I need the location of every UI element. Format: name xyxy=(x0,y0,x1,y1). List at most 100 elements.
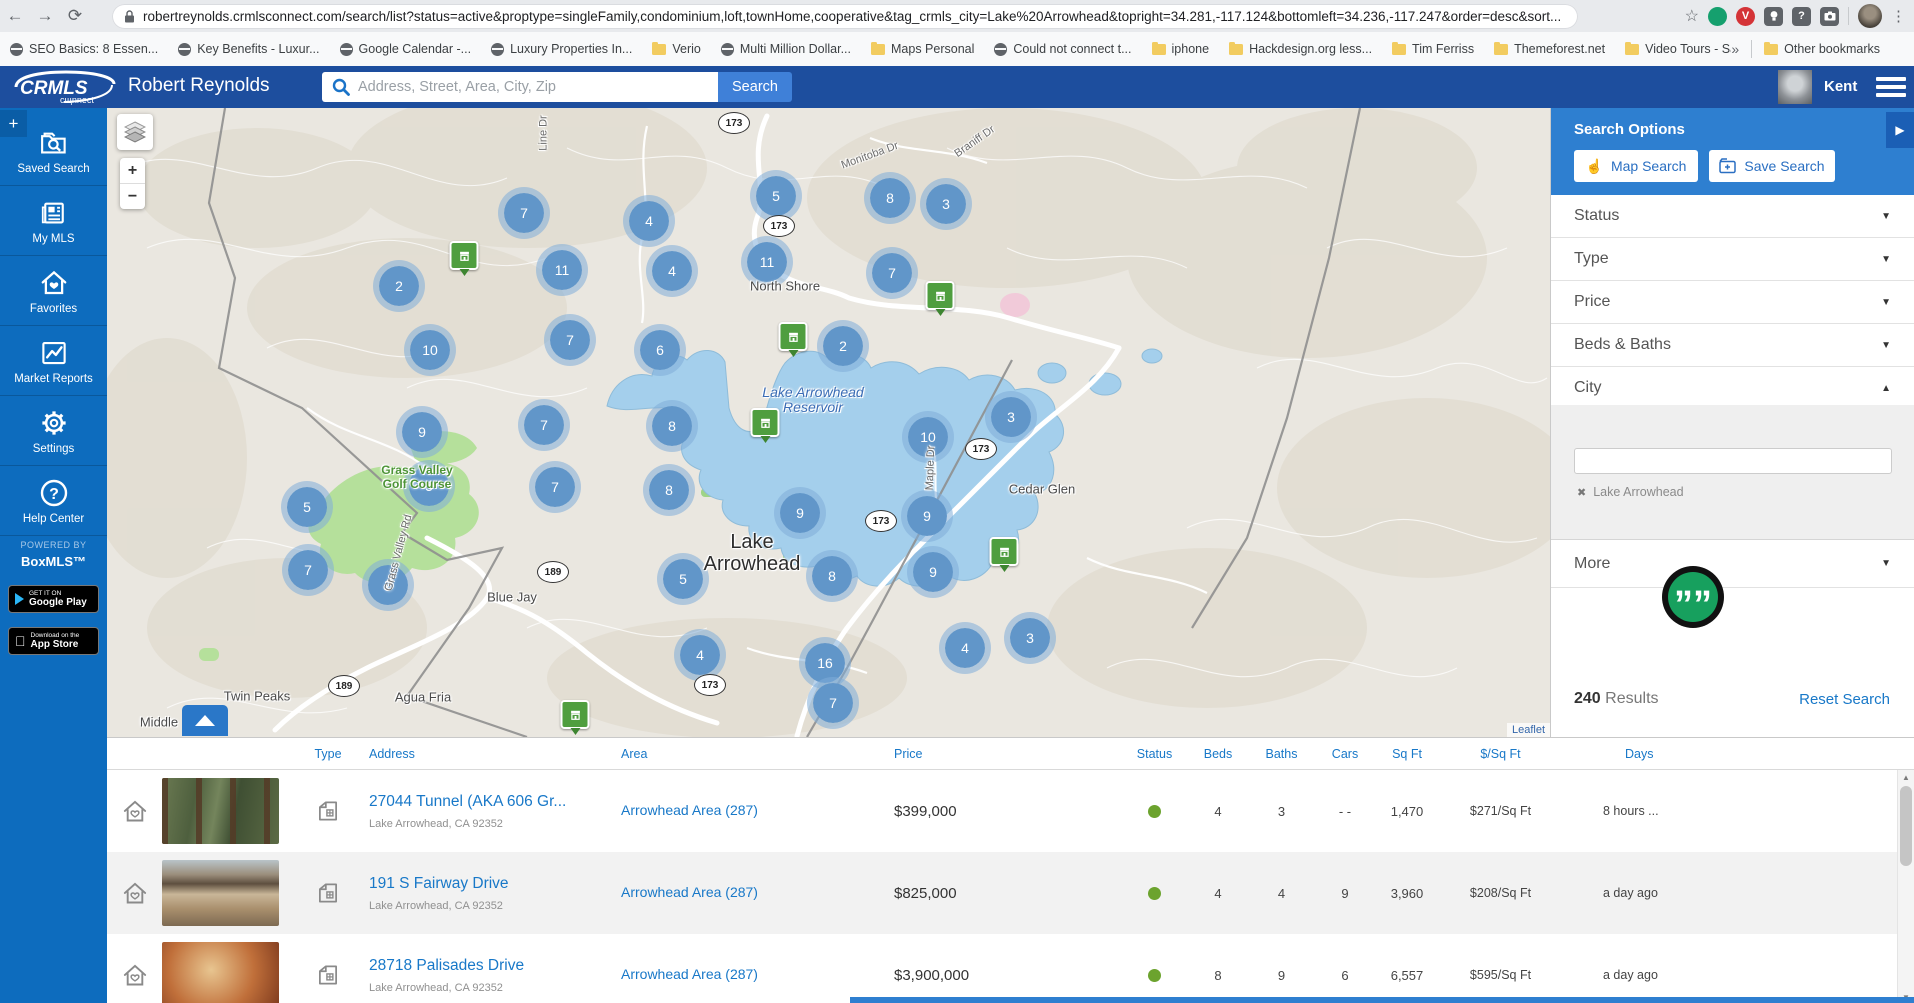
map-cluster-marker[interactable]: 3 xyxy=(1004,612,1056,664)
reset-search-link[interactable]: Reset Search xyxy=(1799,691,1890,708)
table-row[interactable]: 27044 Tunnel (AKA 606 Gr...Lake Arrowhea… xyxy=(107,770,1914,852)
map-cluster-marker[interactable]: 8 xyxy=(643,464,695,516)
horizontal-scrollbar[interactable] xyxy=(850,997,1914,1003)
bookmarks-overflow-icon[interactable]: » xyxy=(1731,41,1739,57)
browser-menu-icon[interactable]: ⋮ xyxy=(1891,7,1906,25)
bookmark-item[interactable]: iphone xyxy=(1152,42,1210,56)
bookmark-item[interactable]: Multi Million Dollar... xyxy=(721,42,851,56)
filter-city[interactable]: City▲ xyxy=(1551,367,1914,410)
map-store-marker[interactable] xyxy=(779,322,808,357)
column-header-baths[interactable]: Baths xyxy=(1249,747,1314,761)
map-cluster-marker[interactable]: 2 xyxy=(817,320,869,372)
map-cluster-marker[interactable]: 4 xyxy=(674,629,726,681)
save-search-button[interactable]: Save Search xyxy=(1709,150,1835,182)
bookmark-item[interactable]: Hackdesign.org less... xyxy=(1229,42,1372,56)
zoom-in-button[interactable]: + xyxy=(120,158,145,184)
google-play-badge[interactable]: GET IT ONGoogle Play xyxy=(8,585,99,613)
city-tag[interactable]: ✖ Lake Arrowhead xyxy=(1577,485,1684,499)
address-link[interactable]: 27044 Tunnel (AKA 606 Gr... xyxy=(369,793,607,811)
leaflet-attribution[interactable]: Leaflet xyxy=(1507,723,1550,737)
bookmark-item[interactable]: Luxury Properties In... xyxy=(491,42,632,56)
filter-price[interactable]: Price▼ xyxy=(1551,281,1914,324)
bookmark-item[interactable]: Video Tours - Samp... xyxy=(1625,42,1731,56)
map-cluster-marker[interactable]: 3 xyxy=(985,391,1037,443)
map-cluster-marker[interactable]: 8 xyxy=(864,172,916,224)
sidebar-item-favorites[interactable]: Favorites xyxy=(0,256,107,326)
column-header-status[interactable]: Status xyxy=(1122,747,1187,761)
bookmark-item[interactable]: Google Calendar -... xyxy=(340,42,472,56)
map-store-marker[interactable] xyxy=(926,281,955,316)
column-header-type[interactable]: Type xyxy=(297,747,359,761)
remove-tag-icon[interactable]: ✖ xyxy=(1577,486,1586,499)
hamburger-menu-icon[interactable] xyxy=(1876,77,1906,101)
back-icon[interactable]: ← xyxy=(0,6,30,26)
map-cluster-marker[interactable]: 11 xyxy=(536,244,588,296)
forward-icon[interactable]: → xyxy=(30,6,60,26)
map-canvas[interactable]: 7441158372112671097810357857259899434167… xyxy=(107,108,1550,737)
search-input[interactable] xyxy=(322,72,718,102)
favorite-house-icon[interactable] xyxy=(107,880,162,907)
map-cluster-marker[interactable]: 9 xyxy=(901,490,953,542)
map-cluster-marker[interactable]: 8 xyxy=(806,550,858,602)
reload-icon[interactable]: ⟳ xyxy=(60,6,90,26)
map-cluster-marker[interactable]: 7 xyxy=(807,677,859,729)
sidebar-item-saved-search[interactable]: Saved Search xyxy=(0,116,107,186)
map-cluster-marker[interactable]: 7 xyxy=(529,461,581,513)
collapse-map-button[interactable] xyxy=(182,705,228,736)
zoom-out-button[interactable]: − xyxy=(120,184,145,209)
browser-profile-avatar[interactable] xyxy=(1858,4,1882,28)
camera-extension-icon[interactable] xyxy=(1820,7,1839,26)
map-cluster-marker[interactable]: 4 xyxy=(623,195,675,247)
scroll-up-icon[interactable]: ▲ xyxy=(1898,770,1914,784)
sidebar-item-my-mls[interactable]: My MLS xyxy=(0,186,107,256)
listing-photo[interactable] xyxy=(162,778,297,844)
bookmark-item[interactable]: Could not connect t... xyxy=(994,42,1131,56)
column-header-sq-ft[interactable]: Sq Ft xyxy=(1376,747,1438,761)
map-cluster-marker[interactable]: 7 xyxy=(282,544,334,596)
bookmark-star-icon[interactable]: ☆ xyxy=(1685,6,1699,26)
avg-extension-icon[interactable]: V xyxy=(1736,7,1755,26)
lightbulb-extension-icon[interactable] xyxy=(1764,7,1783,26)
area-link[interactable]: Arrowhead Area (287) xyxy=(621,802,758,818)
scrollbar-thumb[interactable] xyxy=(1900,786,1912,866)
bookmark-item[interactable]: Tim Ferriss xyxy=(1392,42,1474,56)
panel-collapse-button[interactable]: ▶ xyxy=(1886,112,1914,148)
map-cluster-marker[interactable]: 7 xyxy=(866,247,918,299)
filter-status[interactable]: Status▼ xyxy=(1551,195,1914,238)
table-row[interactable]: 191 S Fairway DriveLake Arrowhead, CA 92… xyxy=(107,852,1914,934)
map-store-marker[interactable] xyxy=(990,537,1019,572)
address-link[interactable]: 191 S Fairway Drive xyxy=(369,875,607,893)
map-cluster-marker[interactable]: 7 xyxy=(518,399,570,451)
bookmark-item[interactable]: SEO Basics: 8 Essen... xyxy=(10,42,158,56)
other-bookmarks[interactable]: Other bookmarks xyxy=(1764,42,1880,56)
table-row[interactable]: 28718 Palisades DriveLake Arrowhead, CA … xyxy=(107,934,1914,1003)
column-header-address[interactable]: Address xyxy=(359,747,607,761)
area-link[interactable]: Arrowhead Area (287) xyxy=(621,884,758,900)
filter-beds-baths[interactable]: Beds & Baths▼ xyxy=(1551,324,1914,367)
area-link[interactable]: Arrowhead Area (287) xyxy=(621,966,758,982)
map-cluster-marker[interactable]: 7 xyxy=(498,187,550,239)
chat-widget-button[interactable]: ”” xyxy=(1662,566,1724,628)
bookmark-item[interactable]: Key Benefits - Luxur... xyxy=(178,42,319,56)
map-store-marker[interactable] xyxy=(450,241,479,276)
sidebar-item-market-reports[interactable]: Market Reports xyxy=(0,326,107,396)
map-cluster-marker[interactable]: 2 xyxy=(373,260,425,312)
map-cluster-marker[interactable]: 9 xyxy=(907,546,959,598)
map-cluster-marker[interactable]: 4 xyxy=(939,622,991,674)
column-header-beds[interactable]: Beds xyxy=(1187,747,1249,761)
crmls-logo[interactable]: CRMLS cщnnect xyxy=(8,69,120,110)
sidebar-item-help-center[interactable]: ?Help Center xyxy=(0,466,107,536)
column-header-price[interactable]: Price xyxy=(872,747,1122,761)
map-cluster-marker[interactable]: 8 xyxy=(646,400,698,452)
map-store-marker[interactable] xyxy=(561,700,590,735)
search-button[interactable]: Search xyxy=(718,72,792,102)
listing-photo[interactable] xyxy=(162,942,297,1003)
column-header-days[interactable]: Days xyxy=(1563,747,1914,761)
favorite-house-icon[interactable] xyxy=(107,798,162,825)
address-link[interactable]: 28718 Palisades Drive xyxy=(369,957,607,975)
filter-type[interactable]: Type▼ xyxy=(1551,238,1914,281)
map-cluster-marker[interactable]: 5 xyxy=(657,553,709,605)
column-header-area[interactable]: Area xyxy=(607,747,872,761)
address-bar[interactable]: robertreynolds.crmlsconnect.com/search/l… xyxy=(112,4,1578,29)
favorite-house-icon[interactable] xyxy=(107,962,162,989)
